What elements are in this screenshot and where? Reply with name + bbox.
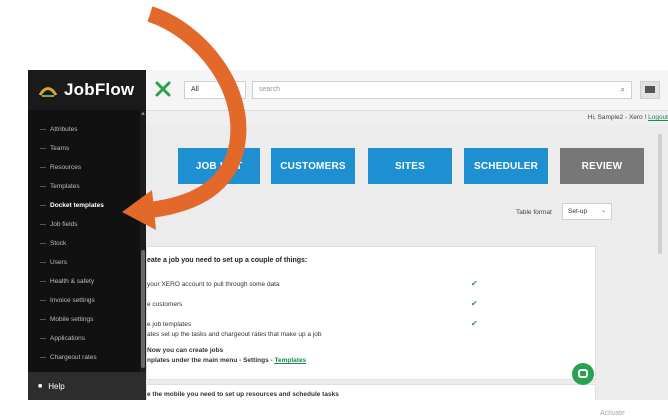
table-format-label: Table format bbox=[516, 209, 552, 216]
check-icon: ✔ bbox=[471, 279, 478, 288]
sidebar-item-invoice-settings[interactable]: Invoice settings bbox=[28, 291, 146, 310]
chat-icon bbox=[645, 86, 655, 93]
sites-button[interactable]: SITES bbox=[368, 148, 452, 184]
sidebar-menu: Attributes Teams Resources Templates Doc… bbox=[28, 120, 146, 367]
sidebar-item-docket-templates[interactable]: Docket templates bbox=[28, 196, 146, 215]
filter-value: All bbox=[191, 86, 199, 93]
job-list-button[interactable]: JOB LIST bbox=[178, 148, 260, 184]
scroll-up-icon[interactable]: ▲ bbox=[140, 110, 146, 118]
app-logo[interactable]: JobFlow bbox=[28, 70, 146, 110]
check-icon: ✔ bbox=[471, 319, 478, 328]
sidebar-item-mobile-settings[interactable]: Mobile settings bbox=[28, 310, 146, 329]
chat-button[interactable] bbox=[640, 81, 660, 99]
greeting-text: Hi, Sample2 - Xero ! bbox=[587, 114, 647, 121]
mobile-card-title: e the mobile you need to set up resource… bbox=[147, 391, 339, 398]
chat-bubble-icon bbox=[578, 369, 588, 378]
sidebar-item-users[interactable]: Users bbox=[28, 253, 146, 272]
search-input[interactable]: search ⌕ bbox=[252, 81, 632, 99]
scheduler-button[interactable]: SCHEDULER bbox=[464, 148, 548, 184]
table-format-select[interactable]: Set-up ⌄ bbox=[562, 203, 612, 220]
setup-step-xero: your XERO account to pull through some d… bbox=[147, 281, 280, 288]
chevron-down-icon: ⌄ bbox=[233, 86, 239, 93]
filter-select[interactable]: All ⌄ bbox=[184, 81, 246, 99]
check-icon: ✔ bbox=[471, 299, 478, 308]
sidebar-item-applications[interactable]: Applications bbox=[28, 329, 146, 348]
app-name: JobFlow bbox=[64, 80, 135, 99]
sidebar-item-teams[interactable]: Teams bbox=[28, 139, 146, 158]
setup-step-job-templates: e job templates bbox=[147, 321, 192, 328]
activate-watermark: Activate bbox=[600, 410, 625, 417]
help-icon: ■ bbox=[38, 382, 43, 390]
chevron-down-icon: ⌄ bbox=[600, 208, 606, 214]
setup-card: eate a job you need to set up a couple o… bbox=[146, 246, 596, 380]
templates-hint-text: nplates under the main menu - Settings - bbox=[147, 357, 273, 364]
user-greeting: Hi, Sample2 - Xero ! Logout bbox=[588, 114, 668, 121]
sidebar-item-chargeout-rates[interactable]: Chargeout rates bbox=[28, 348, 146, 367]
mobile-card: e the mobile you need to set up resource… bbox=[146, 384, 596, 400]
help-button[interactable]: ■ Help bbox=[28, 372, 146, 400]
review-button[interactable]: REVIEW bbox=[560, 148, 644, 184]
setup-step-customers: e customers bbox=[147, 301, 183, 308]
templates-link[interactable]: Templates bbox=[275, 357, 307, 364]
sidebar-item-resources[interactable]: Resources bbox=[28, 158, 146, 177]
main-scrollbar[interactable] bbox=[658, 134, 662, 254]
sidebar-item-health-safety[interactable]: Health & safety bbox=[28, 272, 146, 291]
logo-icon bbox=[38, 87, 58, 97]
sidebar: JobFlow Attributes Teams Resources Templ… bbox=[28, 70, 146, 400]
main-content: JOB LIST CUSTOMERS SITES SCHEDULER REVIE… bbox=[146, 126, 668, 400]
sidebar-item-job-fields[interactable]: Job fields bbox=[28, 215, 146, 234]
sidebar-item-templates[interactable]: Templates bbox=[28, 177, 146, 196]
logout-link[interactable]: Logout bbox=[648, 114, 668, 121]
customers-button[interactable]: CUSTOMERS bbox=[271, 148, 355, 184]
top-bar: All ⌄ search ⌕ bbox=[146, 70, 668, 111]
sidebar-scrollbar-thumb[interactable] bbox=[141, 250, 145, 368]
sidebar-item-attributes[interactable]: Attributes bbox=[28, 120, 146, 139]
chat-launcher-button[interactable] bbox=[572, 363, 594, 385]
help-label: Help bbox=[48, 381, 65, 391]
setup-card-title: eate a job you need to set up a couple o… bbox=[147, 257, 308, 264]
table-format-value: Set-up bbox=[568, 208, 588, 215]
setup-create-jobs: Now you can create jobs bbox=[147, 347, 224, 354]
x-icon[interactable] bbox=[154, 80, 172, 98]
search-icon[interactable]: ⌕ bbox=[621, 82, 625, 98]
search-placeholder: search bbox=[259, 86, 281, 93]
setup-step-job-templates-desc: ates set up the tasks and chargeout rate… bbox=[147, 331, 322, 338]
app-window: JobFlow Attributes Teams Resources Templ… bbox=[28, 70, 668, 400]
sidebar-item-stock[interactable]: Stock bbox=[28, 234, 146, 253]
setup-templates-hint: nplates under the main menu - Settings -… bbox=[147, 357, 306, 364]
